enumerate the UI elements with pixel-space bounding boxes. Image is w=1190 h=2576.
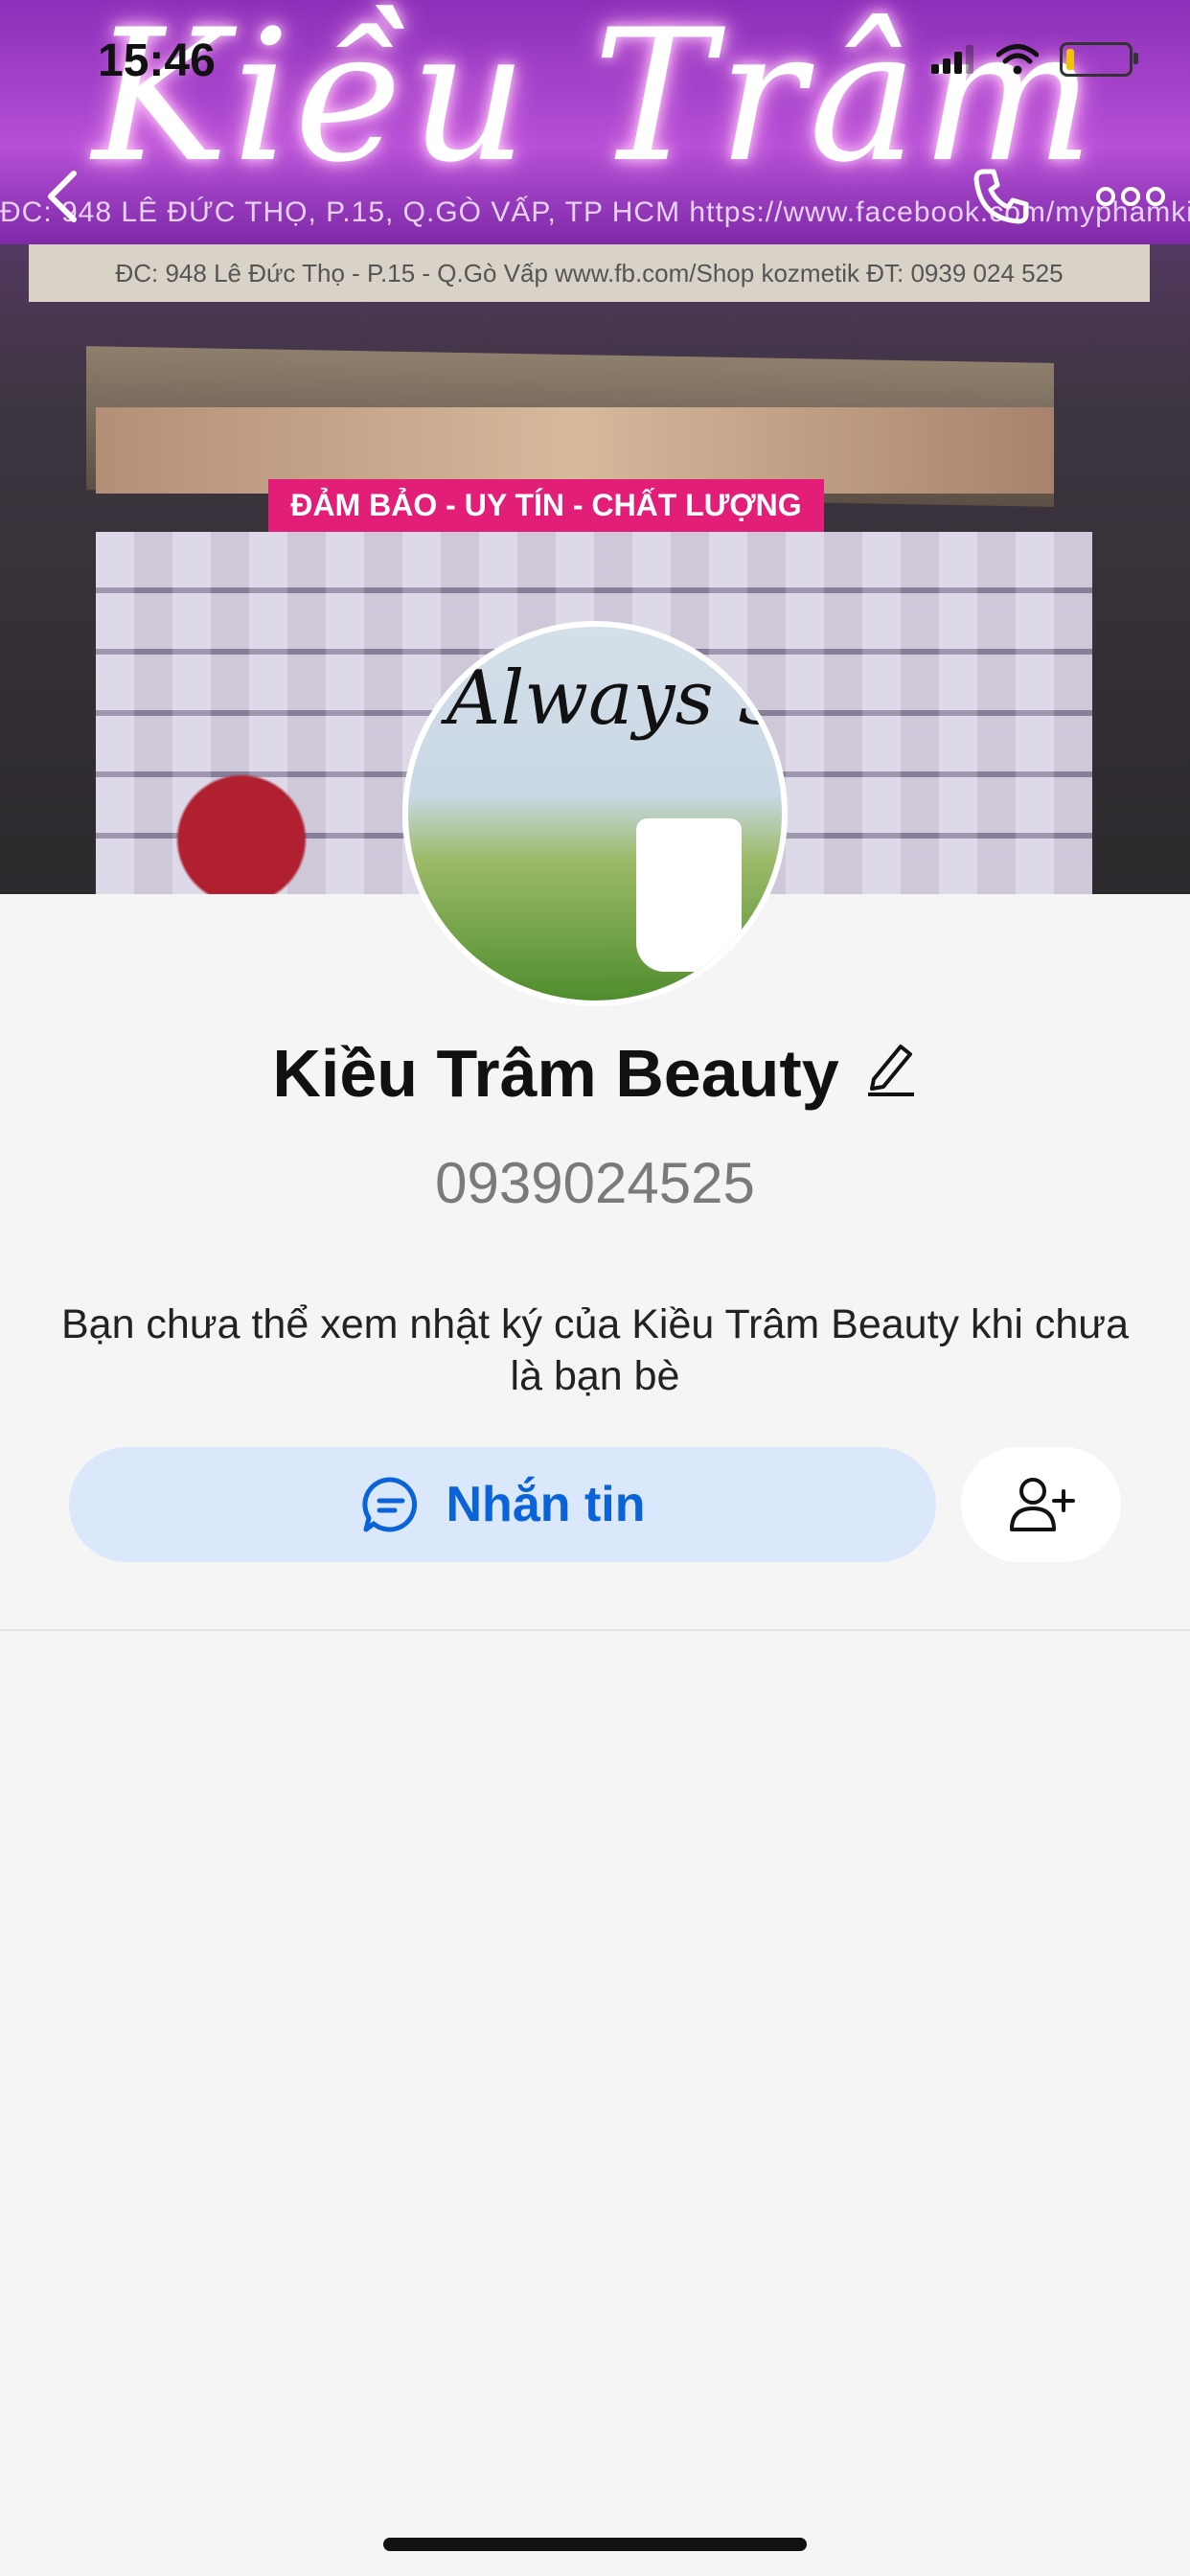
tshirt-illustration bbox=[636, 818, 742, 972]
section-divider bbox=[0, 1629, 1190, 1631]
status-icons bbox=[931, 42, 1138, 77]
pencil-icon bbox=[867, 1045, 914, 1096]
cellular-signal-icon bbox=[931, 45, 973, 74]
shop-strip: ĐC: 948 Lê Đức Thọ - P.15 - Q.Gò Vấp www… bbox=[29, 244, 1150, 302]
avatar-caption: Always Smi bbox=[446, 656, 788, 742]
message-button[interactable]: Nhắn tin bbox=[69, 1447, 936, 1562]
profile-name: Kiều Trâm Beauty bbox=[272, 1036, 839, 1111]
add-friend-button[interactable] bbox=[961, 1447, 1121, 1562]
shop-slogan-band: ĐẢM BẢO - UY TÍN - CHẤT LƯỢNG bbox=[268, 479, 824, 532]
chat-bubble-icon bbox=[361, 1477, 417, 1532]
phone-icon bbox=[973, 169, 1029, 224]
scooter bbox=[115, 748, 326, 894]
battery-icon bbox=[1060, 42, 1138, 77]
privacy-note: Bạn chưa thể xem nhật ký của Kiều Trâm B… bbox=[60, 1301, 1130, 1399]
home-indicator[interactable] bbox=[383, 2538, 807, 2551]
back-button[interactable] bbox=[19, 153, 105, 240]
profile-name-row: Kiều Trâm Beauty bbox=[0, 1035, 1190, 1112]
edit-name-button[interactable] bbox=[864, 1035, 918, 1112]
chevron-left-icon bbox=[48, 171, 77, 222]
message-button-label: Nhắn tin bbox=[446, 1477, 646, 1532]
profile-avatar[interactable]: Always Smi bbox=[402, 621, 788, 1006]
more-options-button[interactable] bbox=[1083, 153, 1179, 240]
profile-phone: 0939024525 bbox=[435, 1151, 755, 1215]
more-dots-icon bbox=[1096, 187, 1165, 206]
add-friend-icon bbox=[1009, 1478, 1075, 1531]
status-time: 15:46 bbox=[98, 35, 216, 86]
wifi-icon bbox=[996, 44, 1039, 75]
call-button[interactable] bbox=[958, 153, 1044, 240]
